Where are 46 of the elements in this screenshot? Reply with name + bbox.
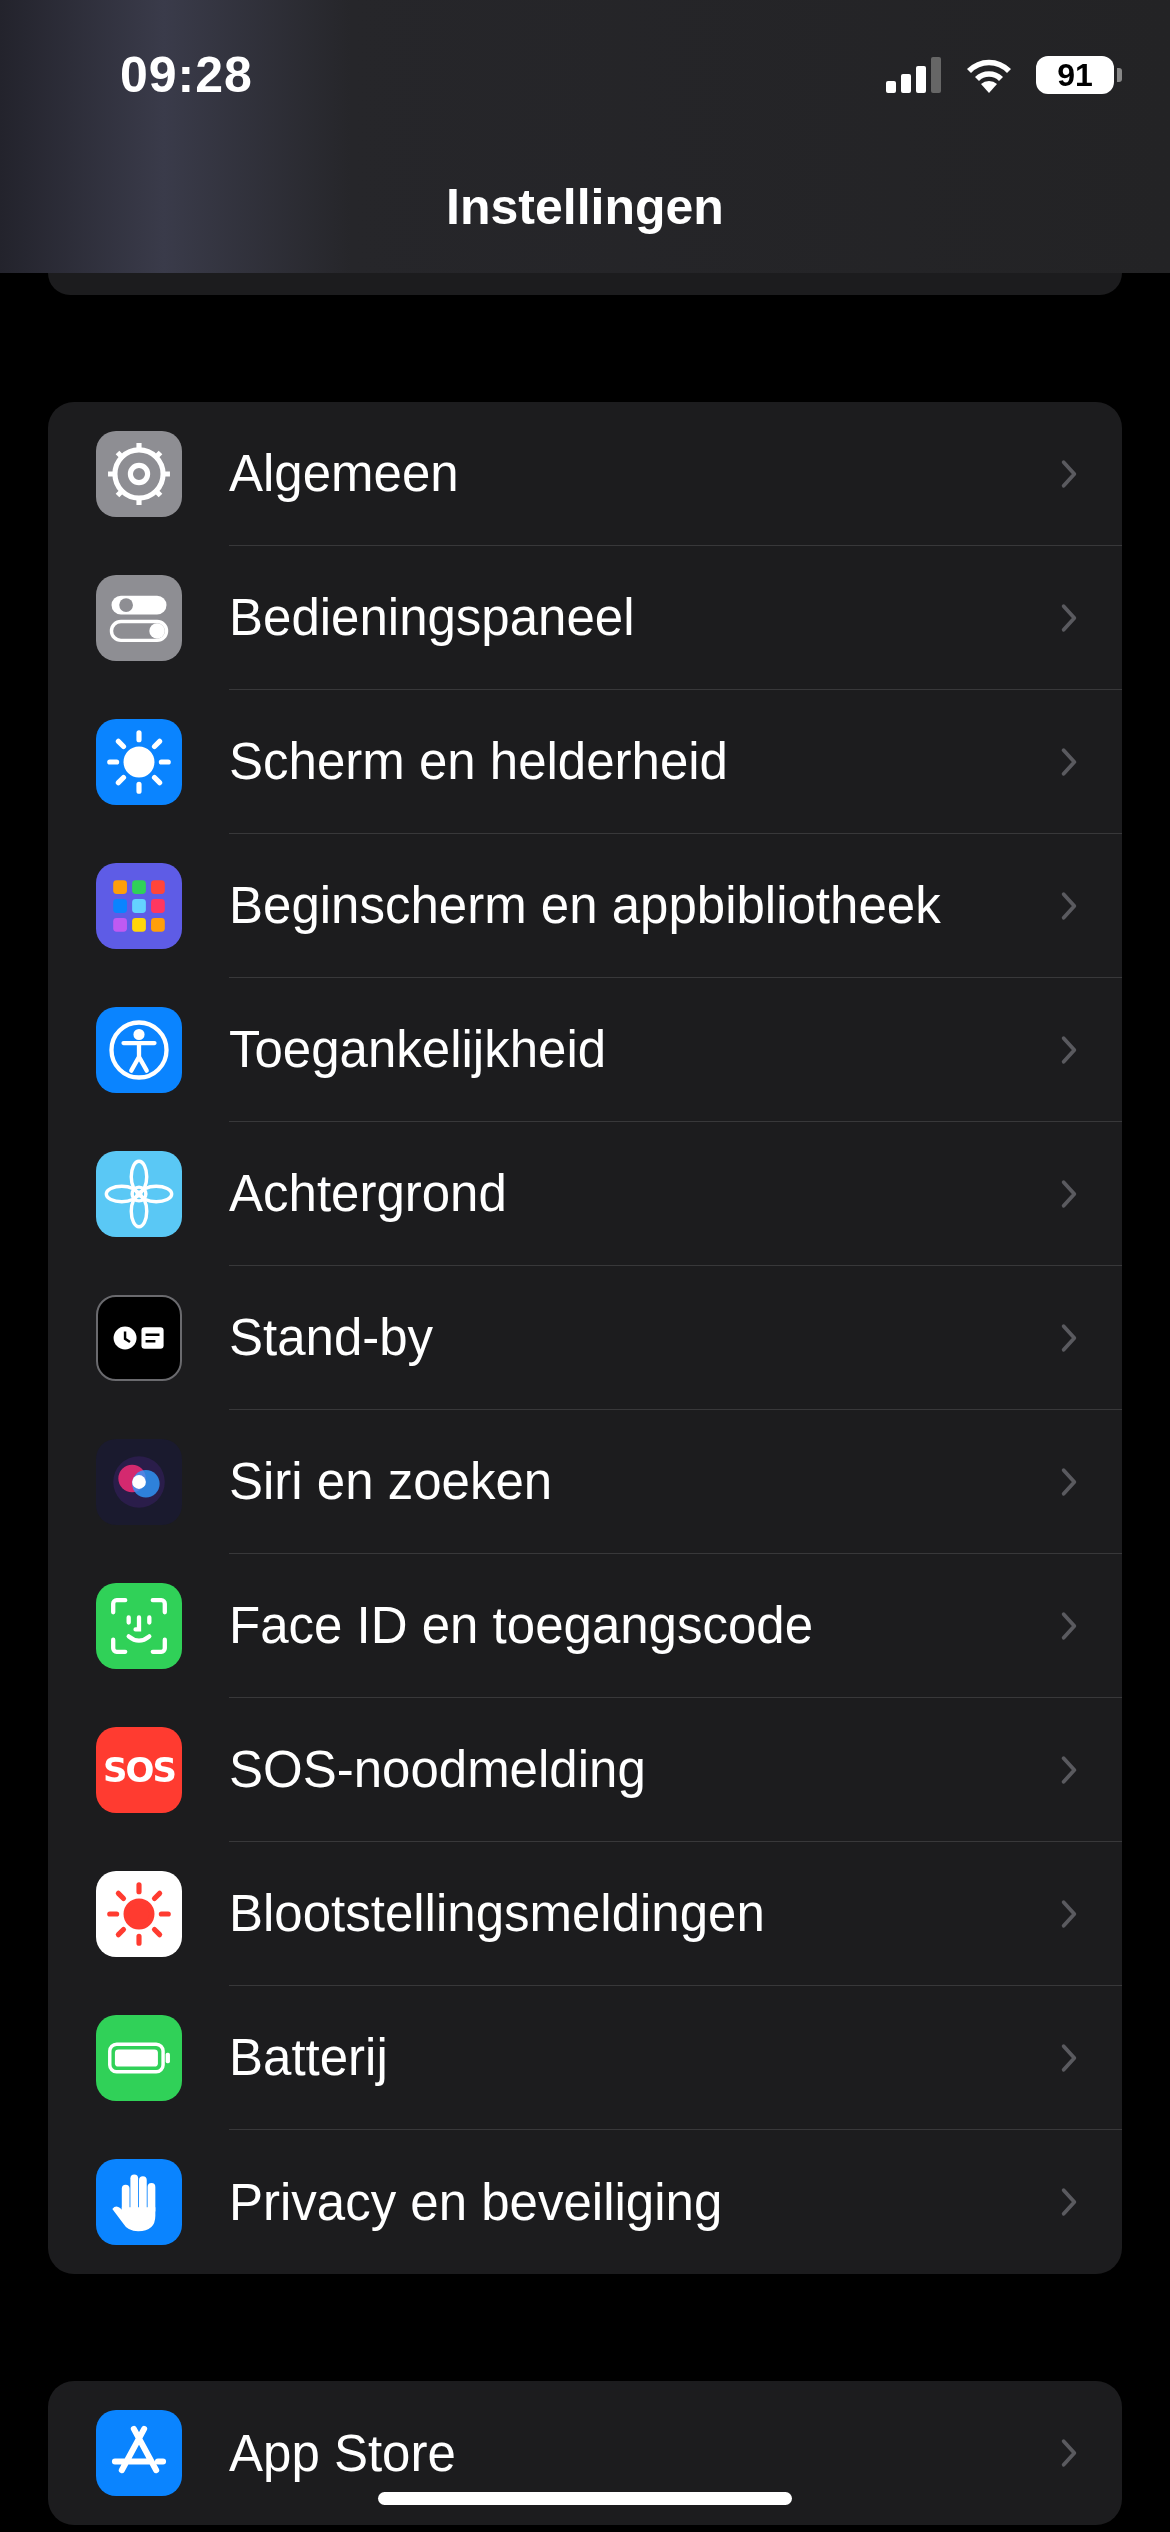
- chevron-icon: [1060, 458, 1078, 489]
- chevron-icon: [1060, 602, 1078, 633]
- chevron-icon: [1060, 1322, 1078, 1353]
- sos-icon: SOS: [96, 1727, 182, 1813]
- row-label: Privacy en beveiliging: [229, 2172, 723, 2232]
- chevron-icon: [1060, 746, 1078, 777]
- chevron-icon: [1060, 1610, 1078, 1641]
- row-label: Beginscherm en appbibliotheek: [229, 876, 941, 935]
- chevron-icon: [1060, 1034, 1078, 1065]
- settings-row[interactable]: Scherm en helderheid: [48, 690, 1122, 834]
- row-label: Scherm en helderheid: [229, 732, 728, 791]
- settings-row[interactable]: Toegankelijkheid: [48, 978, 1122, 1122]
- row-label: Siri en zoeken: [229, 1452, 553, 1511]
- chevron-icon: [1060, 2438, 1078, 2468]
- settings-row[interactable]: Privacy en beveiliging: [48, 2130, 1122, 2274]
- settings-row[interactable]: Achtergrond: [48, 1122, 1122, 1266]
- row-label: Batterij: [229, 2028, 388, 2087]
- chevron-icon: [1060, 1898, 1078, 1929]
- settings-row[interactable]: Batterij: [48, 1986, 1122, 2130]
- settings-row[interactable]: Stand-by: [48, 1266, 1122, 1410]
- chevron-icon: [1060, 1754, 1078, 1785]
- chevron-icon: [1060, 2187, 1078, 2217]
- status-time: 09:28: [120, 46, 253, 104]
- screen-title: Instellingen: [445, 178, 725, 236]
- settings-row[interactable]: Beginscherm en appbibliotheek: [48, 834, 1122, 978]
- settings-row[interactable]: Algemeen: [48, 402, 1122, 546]
- settings-row[interactable]: Siri en zoeken: [48, 1410, 1122, 1554]
- settings-row[interactable]: Blootstellingsmeldingen: [48, 1842, 1122, 1986]
- settings-row[interactable]: Bedieningspaneel: [48, 546, 1122, 690]
- row-label: Achtergrond: [229, 1164, 507, 1223]
- row-label: Stand-by: [229, 1308, 434, 1367]
- chevron-icon: [1060, 1466, 1078, 1497]
- chevron-icon: [1060, 2042, 1078, 2073]
- battery-indicator: 91: [1036, 56, 1122, 94]
- signal-icon: [886, 57, 942, 93]
- row-label: Algemeen: [229, 444, 459, 503]
- row-label: SOS-noodmelding: [229, 1740, 646, 1799]
- row-label: App Store: [229, 2423, 456, 2483]
- settings-row[interactable]: Face ID en toegangscode: [48, 1554, 1122, 1698]
- row-label: Bedieningspaneel: [229, 588, 635, 647]
- row-label: Face ID en toegangscode: [229, 1596, 814, 1655]
- settings-row[interactable]: SOS SOS-noodmelding: [48, 1698, 1122, 1842]
- chevron-icon: [1060, 1178, 1078, 1209]
- row-label: Toegankelijkheid: [229, 1020, 607, 1079]
- row-label: Blootstellingsmeldingen: [229, 1884, 765, 1943]
- chevron-icon: [1060, 890, 1078, 921]
